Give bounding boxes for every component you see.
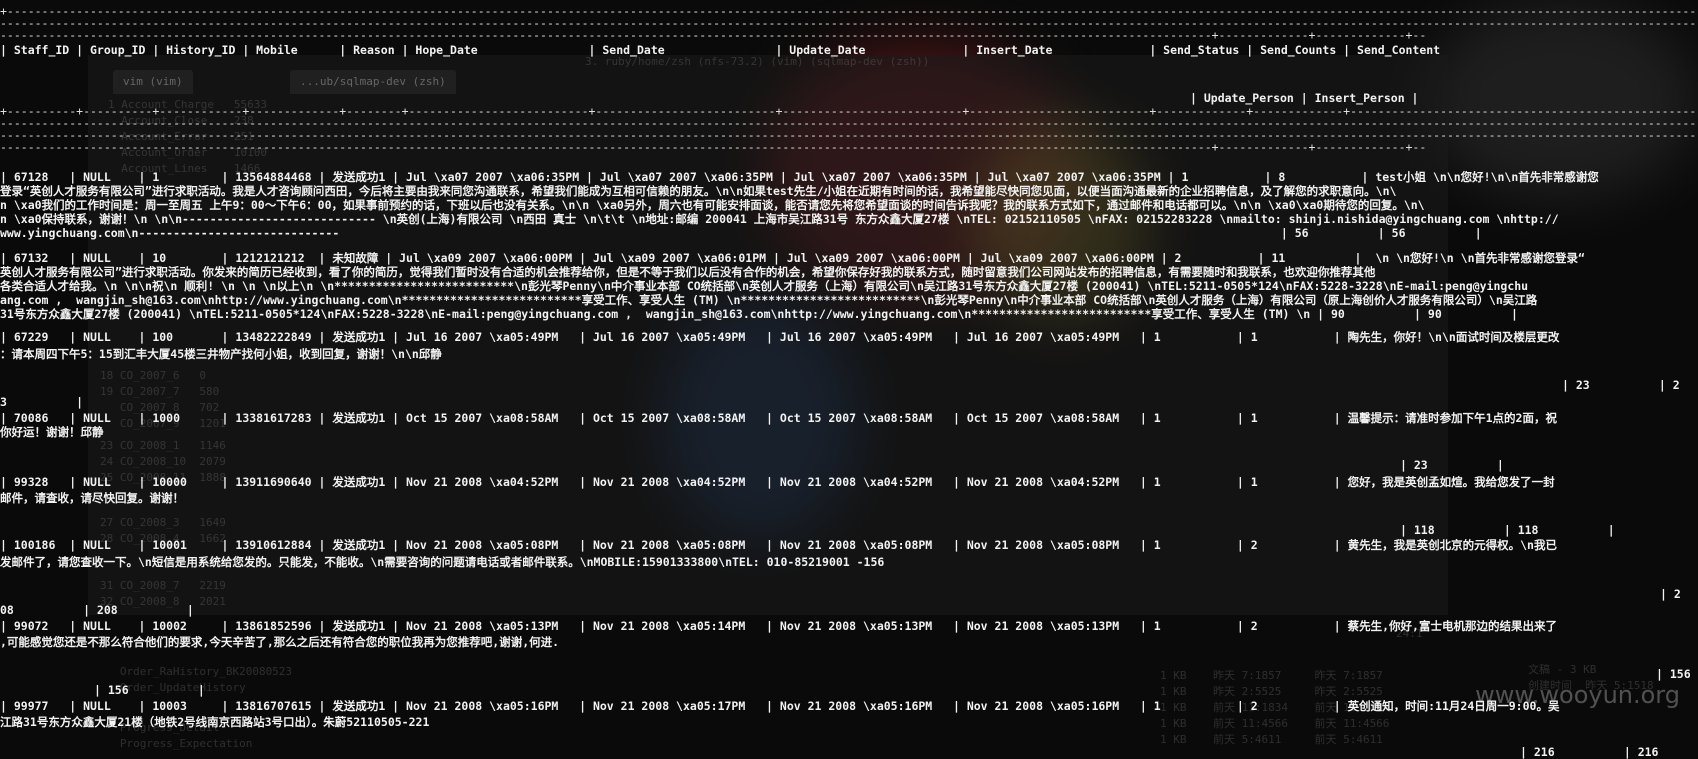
row-line: | 99328 | NULL | 10000 | 13911690640 | 发… <box>0 475 1555 489</box>
row-tail: | 118 | 118 | <box>1400 523 1615 537</box>
row-line: 你好运！谢谢！邱静 <box>0 425 104 439</box>
terminal-output[interactable]: +---------------------------------------… <box>0 0 1698 759</box>
row-tail: | 23 | 2 <box>1562 378 1680 392</box>
row-line: 31号东方众鑫大厦27楼 (200041) \nTEL:5211-0505*12… <box>0 307 1518 321</box>
row-line: n \xa0我们的工作时间是：周一至周五 上午9：00～下午6：00，如果事前预… <box>0 198 1425 212</box>
table-header-continued: | Update_Person | Insert_Person | <box>1190 91 1419 105</box>
row-line: 江路31号东方众鑫大厦21楼（地铁2号线南京西路站3号口出）。朱蔚5211050… <box>0 715 430 729</box>
row-line: | 67128 | NULL | 1 | 13564884468 | 发送成功1… <box>0 170 1599 184</box>
table-separator: ----------------------------------------… <box>0 140 1427 154</box>
row-tail: | 156 | <box>94 683 205 697</box>
row-tail: 3 | <box>0 395 84 409</box>
row-tail: 08 | 208 | <box>0 603 194 617</box>
row-line: | 99977 | NULL | 10003 | 13816707615 | 发… <box>0 699 1560 713</box>
row-line: 邮件，请查收，请尽快回复。谢谢！ <box>0 491 184 505</box>
row-line: | 70086 | NULL | 1000 | 13381617283 | 发送… <box>0 411 1557 425</box>
row-line: 各类合适人才给我。\n \n\n祝\n 顺利! \n \n \n以上\n \n*… <box>0 279 1529 293</box>
row-line: | 67229 | NULL | 100 | 13482222849 | 发送成… <box>0 330 1560 344</box>
table-header: | Staff_ID | Group_ID | History_ID | Mob… <box>0 43 1441 57</box>
row-line: ：请本周四下午5：15到汇丰大厦45楼三井物产找何小姐，收到回复，谢谢！\n\n… <box>0 347 442 361</box>
row-tail: | 156 <box>1656 667 1691 681</box>
row-line: www.yingchuang.com\n--------------------… <box>0 226 1482 240</box>
row-tail: | 2 <box>1660 587 1681 601</box>
row-line: | 100186 | NULL | 10001 | 13910612884 | … <box>0 538 1557 552</box>
row-line: | 67132 | NULL | 10 | 1212121212 | 未知故障 … <box>0 251 1585 265</box>
row-line: ,可能感觉您还是不那么符合他们的要求,今天辛苦了,那么之后还有符合您的职位我再为… <box>0 635 560 649</box>
row-line: 英创人才服务有限公司”进行求职活动。你发来的简历已经收到，看了你的简历，觉得我们… <box>0 265 1376 279</box>
row-tail: | 216 | 216 <box>1520 745 1659 759</box>
row-line: n \xa0保持联系，谢谢！\n \n\n-------------------… <box>0 212 1559 226</box>
row-line: | 99072 | NULL | 10002 | 13861852596 | 发… <box>0 619 1557 633</box>
row-line: 登录“英创人才服务有限公司”进行求职活动。我是人才咨询顾问西田，今后将主要由我来… <box>0 184 1397 198</box>
table-separator: ----------------------------------------… <box>0 28 1427 42</box>
row-tail: | 23 | <box>1400 458 1504 472</box>
row-line: ang.com , wangjin_sh@163.com\nhttp://www… <box>0 293 1538 307</box>
row-line: 发邮件了，请您查收一下。\n短信是用系统给您发的。只能发，不能收。\n需要咨询的… <box>0 555 885 569</box>
